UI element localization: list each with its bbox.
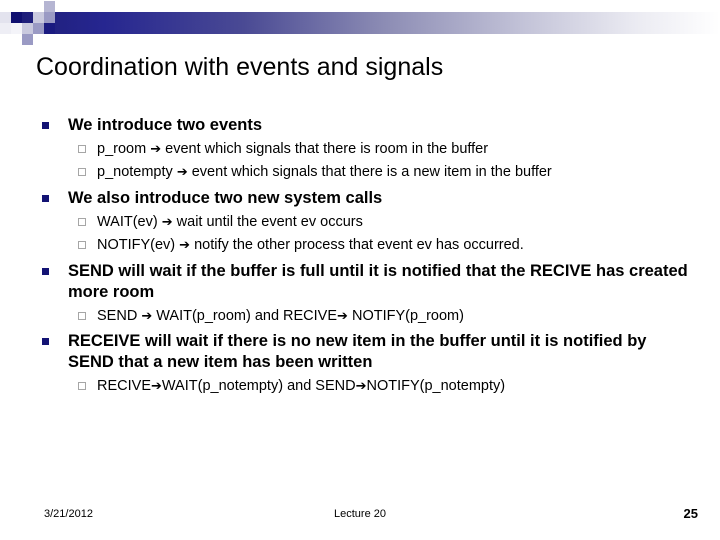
deco-square-pale-2 [0, 23, 11, 34]
footer-lecture-label: Lecture 20 [334, 508, 386, 520]
sub-text-before: p_room [97, 141, 151, 157]
arrow-icon: ➔ [355, 379, 367, 394]
deco-square-pale-3 [11, 23, 22, 34]
deco-square-pale-5 [22, 34, 33, 45]
sub-text-before: p_notempty [97, 164, 177, 180]
bullet-level1-text: SEND will wait if the buffer is full unt… [68, 262, 688, 301]
deco-square-pale-1 [0, 12, 11, 23]
arrow-icon: ➔ [179, 238, 191, 253]
footer-page-number: 25 [683, 506, 698, 521]
deco-square-pale-7 [33, 23, 44, 34]
deco-square-navy-2 [44, 23, 55, 34]
bullet-level1-text: RECEIVE will wait if there is no new ite… [68, 332, 647, 371]
deco-square-navy-1 [11, 12, 22, 23]
bullet-level1: SEND will wait if the buffer is full unt… [40, 261, 688, 303]
sub-text-after: event which signals that there is a new … [187, 164, 552, 180]
header-decoration [0, 0, 720, 48]
arrow-icon: ➔ [161, 215, 173, 230]
deco-square-pale-9 [44, 12, 55, 23]
slide-root: { "slide": { "title": "Coordination with… [0, 0, 720, 540]
arrow-icon: ➔ [337, 309, 348, 324]
arrow-icon: ➔ [151, 379, 162, 394]
hollow-square-bullet-icon [78, 168, 86, 176]
bullet-level2: NOTIFY(ev) ➔ notify the other process th… [40, 235, 688, 256]
sub-text-mid: WAIT(p_room) and RECIVE [152, 308, 338, 324]
deco-square-pale-6 [33, 12, 44, 23]
bullet-group-4: RECEIVE will wait if there is no new ite… [40, 331, 688, 397]
arrow-icon: ➔ [176, 165, 188, 180]
sub-text-mid: WAIT(p_notempty) and SEND [161, 378, 356, 394]
bullet-level2: SEND ➔ WAIT(p_room) and RECIVE➔ NOTIFY(p… [40, 306, 688, 327]
slide-body: We introduce two events p_room ➔ event w… [40, 115, 688, 401]
hollow-square-bullet-icon [78, 218, 86, 226]
bullet-level1: We introduce two events [40, 115, 688, 136]
slide-footer: 3/21/2012 Lecture 20 25 [0, 506, 720, 530]
sub-text-after: wait until the event ev occurs [172, 214, 363, 230]
bullet-level2: p_room ➔ event which signals that there … [40, 139, 688, 160]
bullet-level1: RECEIVE will wait if there is no new ite… [40, 331, 688, 373]
arrow-icon: ➔ [141, 309, 153, 324]
sub-text-after: notify the other process that event ev h… [190, 237, 524, 253]
sub-text-after: NOTIFY(p_notempty) [366, 378, 506, 394]
deco-square-pale-4 [22, 23, 33, 34]
hollow-square-bullet-icon [78, 312, 86, 320]
sub-text-after: NOTIFY(p_room) [347, 308, 464, 324]
square-bullet-icon [42, 195, 49, 202]
deco-square-pale-8 [44, 1, 55, 12]
hollow-square-bullet-icon [78, 241, 86, 249]
sub-text-before: RECIVE [97, 378, 151, 394]
bullet-group-2: We also introduce two new system calls W… [40, 188, 688, 256]
arrow-icon: ➔ [150, 142, 162, 157]
sub-text-before: NOTIFY(ev) [97, 237, 180, 253]
bullet-group-1: We introduce two events p_room ➔ event w… [40, 115, 688, 183]
sub-text-before: SEND [97, 308, 142, 324]
bullet-level2: p_notempty ➔ event which signals that th… [40, 162, 688, 183]
page-title: Coordination with events and signals [36, 53, 444, 81]
gradient-bar [20, 12, 720, 34]
square-bullet-icon [42, 338, 49, 345]
sub-text-after: event which signals that there is room i… [161, 141, 489, 157]
square-bullet-icon [42, 268, 49, 275]
sub-text-before: WAIT(ev) [97, 214, 162, 230]
hollow-square-bullet-icon [78, 382, 86, 390]
bullet-level2: WAIT(ev) ➔ wait until the event ev occur… [40, 212, 688, 233]
bullet-level1-text: We introduce two events [68, 116, 263, 134]
bullet-level1-text: We also introduce two new system calls [68, 189, 383, 207]
bullet-level1: We also introduce two new system calls [40, 188, 688, 209]
bullet-level2: RECIVE➔WAIT(p_notempty) and SEND➔NOTIFY(… [40, 376, 688, 397]
hollow-square-bullet-icon [78, 145, 86, 153]
bullet-group-3: SEND will wait if the buffer is full unt… [40, 261, 688, 327]
square-bullet-icon [42, 122, 49, 129]
